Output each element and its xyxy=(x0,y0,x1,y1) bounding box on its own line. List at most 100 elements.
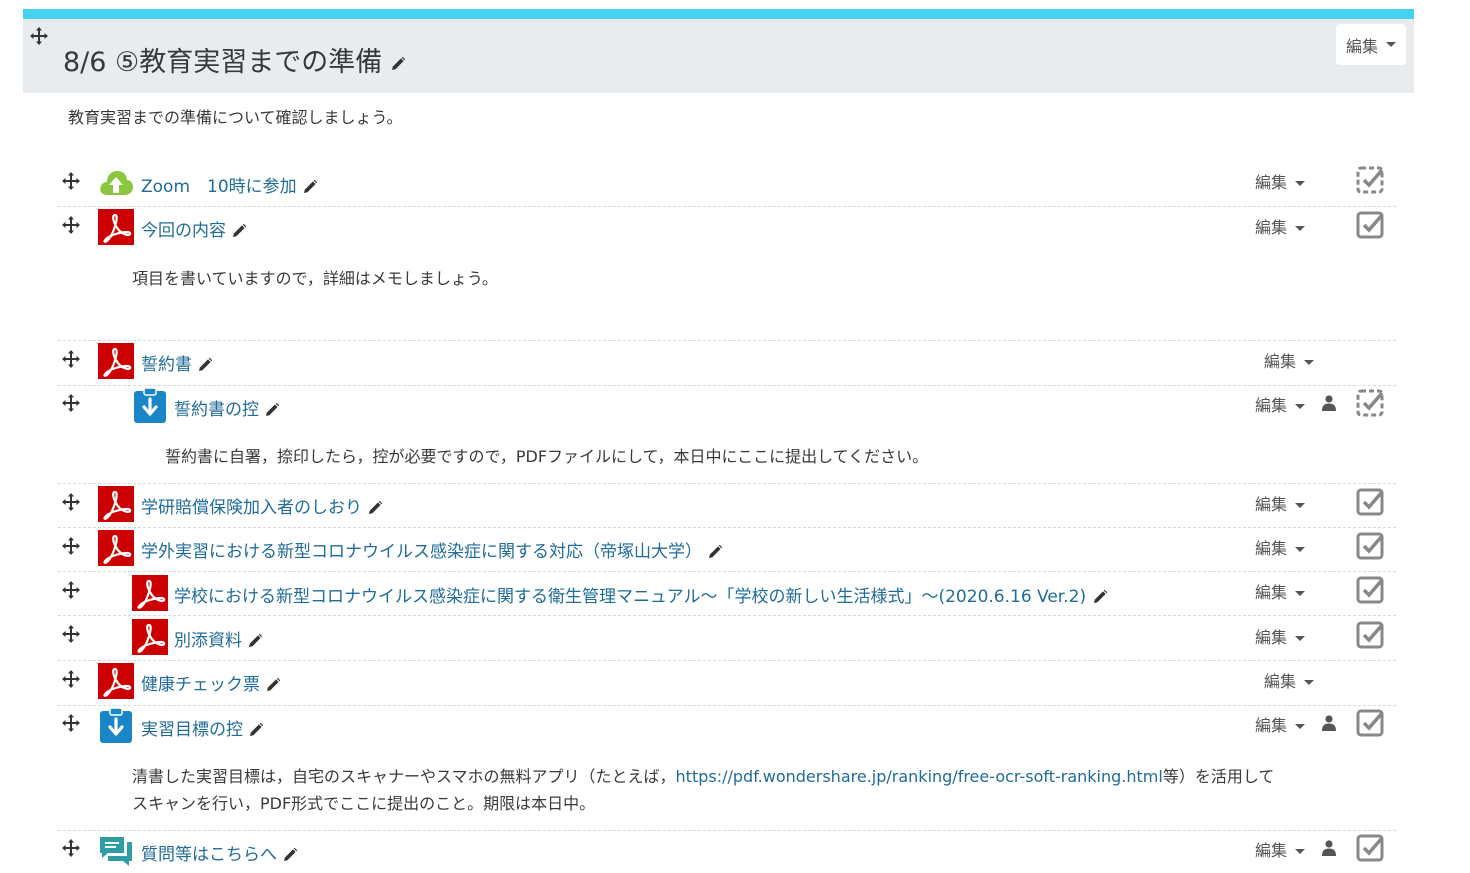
section-title: 8/6 ⑤教育実習までの準備 xyxy=(63,40,406,79)
pdf-icon xyxy=(98,343,132,377)
activity-link-hygiene-manual[interactable]: 学校における新型コロナウイルス感染症に関する衛生管理マニュアル～「学校の新しい生… xyxy=(174,582,1108,607)
section-edit-label: 編集 xyxy=(1345,36,1378,56)
edit-name-pencil-icon[interactable] xyxy=(1092,589,1108,605)
assignment-icon xyxy=(98,708,132,742)
activity-link-insurance[interactable]: 学研賠償保険加入者のしおり xyxy=(141,493,383,518)
pdf-icon xyxy=(98,209,132,243)
chevron-down-icon xyxy=(1304,360,1315,365)
completion-check-icon[interactable] xyxy=(1356,532,1384,560)
activity-move-icon[interactable] xyxy=(61,171,81,191)
activity-move-icon[interactable] xyxy=(61,624,81,644)
activity-link-pledge[interactable]: 誓約書 xyxy=(141,350,213,375)
edit-name-pencil-icon[interactable] xyxy=(231,223,247,239)
edit-name-pencil-icon[interactable] xyxy=(248,722,264,738)
activity-link-health-check[interactable]: 健康チェック票 xyxy=(141,670,281,695)
divider xyxy=(58,660,1396,661)
edit-name-pencil-icon[interactable] xyxy=(707,544,723,560)
edit-title-pencil-icon[interactable] xyxy=(390,56,406,72)
activity-link-goal-copy[interactable]: 実習目標の控 xyxy=(141,715,264,740)
activity-edit-menu[interactable]: 編集 xyxy=(1255,712,1306,736)
completion-check-icon[interactable] xyxy=(1356,834,1384,862)
divider xyxy=(58,385,1396,386)
activity-edit-menu[interactable]: 編集 xyxy=(1264,348,1315,372)
chevron-down-icon xyxy=(1295,591,1306,596)
pledge-note: 誓約書に自署，捺印したら，控が必要ですので，PDFファイルにして，本日中にここに… xyxy=(165,447,929,466)
completion-check-icon[interactable] xyxy=(1356,576,1384,604)
divider xyxy=(58,527,1396,528)
activity-edit-menu[interactable]: 編集 xyxy=(1255,491,1306,515)
activity-edit-menu[interactable]: 編集 xyxy=(1255,535,1306,559)
divider xyxy=(58,571,1396,572)
chevron-down-icon xyxy=(1386,42,1396,47)
chevron-down-icon xyxy=(1295,503,1306,508)
chevron-down-icon xyxy=(1295,636,1306,641)
divider xyxy=(58,705,1396,706)
user-icon xyxy=(1322,715,1336,731)
activity-link-content[interactable]: 今回の内容 xyxy=(141,216,247,241)
edit-name-pencil-icon[interactable] xyxy=(264,402,280,418)
section-summary: 教育実習までの準備について確認しましょう。 xyxy=(68,108,403,127)
goal-link[interactable]: https://pdf.wondershare.jp/ranking/free-… xyxy=(676,767,1163,786)
divider xyxy=(58,206,1396,207)
activity-link-pledge-copy[interactable]: 誓約書の控 xyxy=(174,395,280,420)
edit-name-pencil-icon[interactable] xyxy=(302,179,318,195)
section-title-text: 8/6 ⑤教育実習までの準備 xyxy=(63,47,383,78)
user-icon xyxy=(1322,395,1336,411)
pdf-icon xyxy=(98,663,132,697)
section-move-icon[interactable] xyxy=(29,26,49,46)
edit-name-pencil-icon[interactable] xyxy=(265,677,281,693)
completion-check-icon[interactable] xyxy=(1356,621,1384,649)
assignment-icon xyxy=(132,388,166,422)
activity-edit-menu[interactable]: 編集 xyxy=(1255,624,1306,648)
divider xyxy=(58,830,1396,831)
activity-move-icon[interactable] xyxy=(61,580,81,600)
activity-edit-menu[interactable]: 編集 xyxy=(1255,214,1306,238)
pdf-icon xyxy=(132,575,166,609)
activity-edit-menu[interactable]: 編集 xyxy=(1255,169,1306,193)
chevron-down-icon xyxy=(1295,724,1306,729)
activity-edit-menu[interactable]: 編集 xyxy=(1264,668,1315,692)
chevron-down-icon xyxy=(1304,680,1315,685)
activity-move-icon[interactable] xyxy=(61,393,81,413)
activity-move-icon[interactable] xyxy=(61,536,81,556)
activity-move-icon[interactable] xyxy=(61,492,81,512)
edit-name-pencil-icon[interactable] xyxy=(282,847,298,863)
activity-edit-menu[interactable]: 編集 xyxy=(1255,579,1306,603)
forum-icon xyxy=(98,833,132,867)
section-accent-bar xyxy=(23,9,1414,19)
completion-check-icon[interactable] xyxy=(1356,709,1384,737)
activity-edit-menu[interactable]: 編集 xyxy=(1255,837,1306,861)
goal-note: 清書した実習目標は，自宅のスキャナーやスマホの無料アプリ（たとえば，https:… xyxy=(132,767,1275,813)
divider xyxy=(58,615,1396,616)
chevron-down-icon xyxy=(1295,404,1306,409)
completion-check-icon[interactable] xyxy=(1356,211,1384,239)
activity-link-zoom[interactable]: Zoom 10時に参加 xyxy=(141,172,318,197)
edit-name-pencil-icon[interactable] xyxy=(367,500,383,516)
activity-move-icon[interactable] xyxy=(61,838,81,858)
edit-name-pencil-icon[interactable] xyxy=(197,357,213,373)
activity-move-icon[interactable] xyxy=(61,215,81,235)
pdf-icon xyxy=(132,619,166,653)
activity-move-icon[interactable] xyxy=(61,713,81,733)
activity-move-icon[interactable] xyxy=(61,669,81,689)
completion-check-dashed-icon[interactable] xyxy=(1356,166,1384,194)
pdf-icon xyxy=(98,486,132,520)
chevron-down-icon xyxy=(1295,226,1306,231)
divider xyxy=(58,340,1396,341)
edit-name-pencil-icon[interactable] xyxy=(247,633,263,649)
completion-check-icon[interactable] xyxy=(1356,488,1384,516)
activity-move-icon[interactable] xyxy=(61,349,81,369)
chevron-down-icon xyxy=(1295,547,1306,552)
url-upload-icon xyxy=(98,165,132,199)
divider xyxy=(58,483,1396,484)
pdf-icon xyxy=(98,530,132,564)
chevron-down-icon xyxy=(1295,181,1306,186)
completion-check-dashed-icon[interactable] xyxy=(1356,389,1384,417)
section-edit-menu[interactable]: 編集 xyxy=(1336,24,1406,65)
content-note: 項目を書いていますので，詳細はメモしましょう。 xyxy=(132,269,498,288)
activity-link-attachment[interactable]: 別添資料 xyxy=(174,626,263,651)
activity-link-covid-response[interactable]: 学外実習における新型コロナウイルス感染症に関する対応（帝塚山大学） xyxy=(141,537,723,562)
activity-link-questions[interactable]: 質問等はこちらへ xyxy=(141,840,298,865)
chevron-down-icon xyxy=(1295,849,1306,854)
activity-edit-menu[interactable]: 編集 xyxy=(1255,392,1306,416)
